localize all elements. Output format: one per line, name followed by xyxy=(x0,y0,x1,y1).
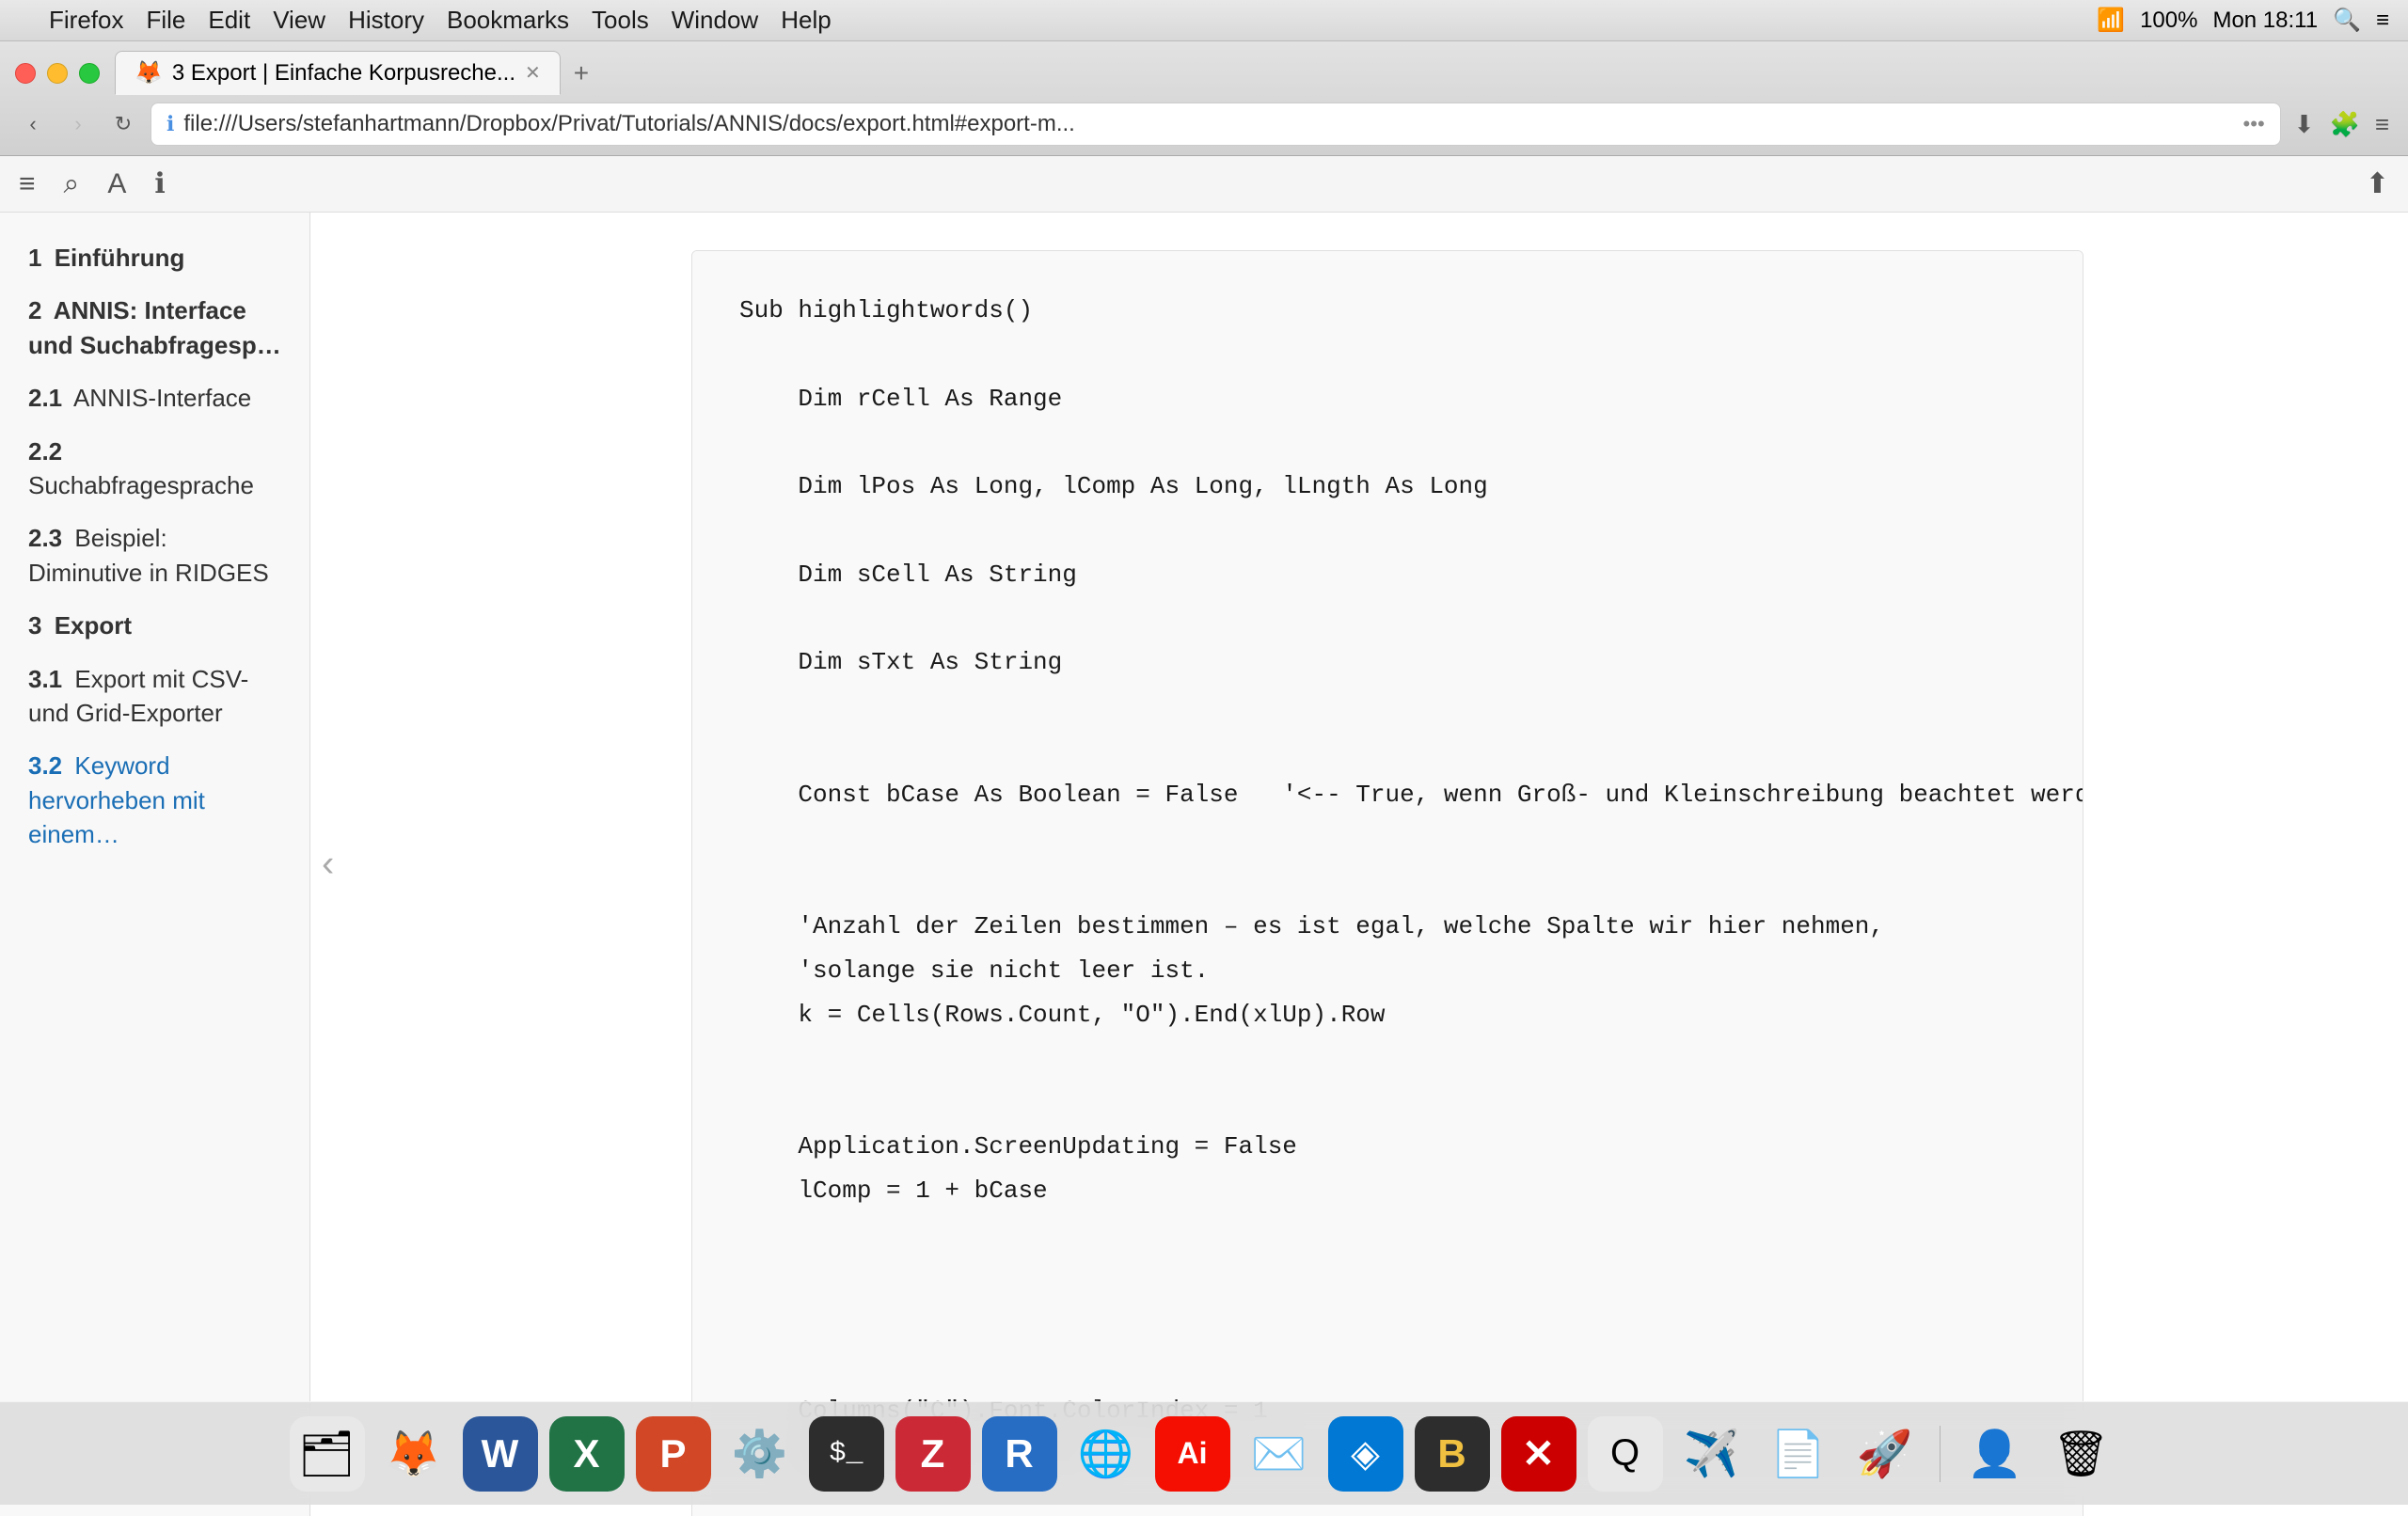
menubar-view[interactable]: View xyxy=(273,6,325,35)
sidebar-num-2-3: 2.3 xyxy=(28,524,62,552)
browser-actions: ⬇ 🧩 ≡ xyxy=(2290,106,2393,143)
sidebar-item-2[interactable]: 2 ANNIS: Interface und Suchabfragesp… xyxy=(0,284,309,371)
sidebar-num-3-1: 3.1 xyxy=(28,665,62,693)
extensions-button[interactable]: 🧩 xyxy=(2325,106,2363,143)
menubar-controls-icon[interactable]: ≡ xyxy=(2376,8,2389,34)
sidebar-num-3: 3 xyxy=(28,611,41,640)
dock-vscode[interactable]: ◈ xyxy=(1328,1416,1403,1492)
menubar: Firefox File Edit View History Bookmarks… xyxy=(0,0,2408,41)
sidebar-label-2-1: ANNIS-Interface xyxy=(73,384,251,412)
tab-close-button[interactable]: ✕ xyxy=(525,61,541,85)
sidebar-num-2-2: 2.2 xyxy=(28,437,62,466)
tab-favicon: 🦊 xyxy=(135,59,163,87)
tab-title: 3 Export | Einfache Korpusreche... xyxy=(172,60,515,87)
menubar-help[interactable]: Help xyxy=(781,6,831,35)
sidebar-label-1: Einführung xyxy=(55,244,185,272)
dock-files[interactable]: 📄 xyxy=(1761,1416,1836,1492)
dock-chrome[interactable]: 🌐 xyxy=(1069,1416,1144,1492)
menubar-file[interactable]: File xyxy=(146,6,185,35)
dock: 🗂 🦊 W X P ⚙️ $_ Z R 🌐 Ai ✉️ ◈ B ✕ Q ✈️ 📄… xyxy=(0,1401,2408,1505)
menubar-search-icon[interactable]: 🔍 xyxy=(2333,7,2361,34)
toc-button[interactable]: ≡ xyxy=(19,168,36,200)
sidebar-item-2-2[interactable]: 2.2 Suchabfragesprache xyxy=(0,425,309,513)
reader-toolbar: ≡ ⌕ A ℹ ⬆ xyxy=(0,156,2408,213)
navigation-bar: ‹ › ↻ ℹ file:///Users/stefanhartmann/Dro… xyxy=(15,103,2393,146)
secure-icon: ℹ xyxy=(166,112,174,136)
sidebar-label-2-2: Suchabfragesprache xyxy=(28,471,254,499)
dock-finder[interactable]: 🗂 xyxy=(290,1416,365,1492)
share-button[interactable]: ⬆ xyxy=(2366,167,2389,200)
menubar-history[interactable]: History xyxy=(348,6,424,35)
close-button[interactable] xyxy=(15,63,36,84)
tab-bar: 🦊 3 Export | Einfache Korpusreche... ✕ + xyxy=(15,51,2393,95)
dock-app16[interactable]: Q xyxy=(1588,1416,1663,1492)
dock-system-prefs[interactable]: ⚙️ xyxy=(722,1416,798,1492)
sidebar-item-3[interactable]: 3 Export xyxy=(0,599,309,652)
back-button[interactable]: ‹ xyxy=(15,106,51,142)
address-bar[interactable]: ℹ file:///Users/stefanhartmann/Dropbox/P… xyxy=(150,103,2281,146)
reload-button[interactable]: ↻ xyxy=(105,106,141,142)
menubar-edit[interactable]: Edit xyxy=(208,6,250,35)
menubar-window[interactable]: Window xyxy=(672,6,758,35)
forward-button[interactable]: › xyxy=(60,106,96,142)
address-more-button[interactable]: ••• xyxy=(2243,112,2265,136)
info-button[interactable]: ℹ xyxy=(154,167,165,200)
sidebar-item-3-1[interactable]: 3.1 Export mit CSV- und Grid-Exporter xyxy=(0,653,309,740)
minimize-button[interactable] xyxy=(47,63,68,84)
sidebar-num-3-2: 3.2 xyxy=(28,751,62,780)
sidebar-item-2-3[interactable]: 2.3 Beispiel: Diminutive in RIDGES xyxy=(0,512,309,599)
dock-terminal[interactable]: $_ xyxy=(809,1416,884,1492)
menubar-clock: Mon 18:11 xyxy=(2212,8,2318,34)
search-button[interactable]: ⌕ xyxy=(64,168,80,200)
new-tab-button[interactable]: + xyxy=(564,55,598,92)
dock-airdrop[interactable]: 👤 xyxy=(1957,1416,2033,1492)
content-wrapper: Sub highlightwords() Dim rCell As Range … xyxy=(635,213,2140,1516)
main-area: 1 Einführung 2 ANNIS: Interface und Such… xyxy=(0,213,2408,1516)
dock-telegram[interactable]: ✈️ xyxy=(1674,1416,1750,1492)
sidebar-item-1[interactable]: 1 Einführung xyxy=(0,231,309,284)
menubar-firefox[interactable]: Firefox xyxy=(49,6,123,35)
dock-trash[interactable]: 🗑 xyxy=(2044,1416,2119,1492)
sidebar-num-2: 2 xyxy=(28,296,41,324)
dock-separator xyxy=(1940,1426,1941,1482)
window-controls xyxy=(15,63,100,84)
dock-excel[interactable]: X xyxy=(549,1416,625,1492)
content-area[interactable]: Sub highlightwords() Dim rCell As Range … xyxy=(310,213,2408,1516)
sidebar: 1 Einführung 2 ANNIS: Interface und Such… xyxy=(0,213,310,1516)
dock-acrobat[interactable]: Ai xyxy=(1155,1416,1230,1492)
dock-powerpoint[interactable]: P xyxy=(636,1416,711,1492)
sidebar-item-3-2[interactable]: 3.2 Keyword hervorheben mit einem… xyxy=(0,739,309,861)
sidebar-item-2-1[interactable]: 2.1 ANNIS-Interface xyxy=(0,371,309,424)
dock-mail[interactable]: ✉️ xyxy=(1242,1416,1317,1492)
dock-zotero[interactable]: Z xyxy=(895,1416,971,1492)
address-text: file:///Users/stefanhartmann/Dropbox/Pri… xyxy=(183,111,2233,137)
menubar-battery: 100% xyxy=(2140,8,2197,34)
dock-firefox[interactable]: 🦊 xyxy=(376,1416,452,1492)
menu-button[interactable]: ≡ xyxy=(2371,106,2393,143)
menubar-wifi-icon: 📶 xyxy=(2097,7,2125,34)
sidebar-num-2-1: 2.1 xyxy=(28,384,62,412)
browser-chrome: 🦊 3 Export | Einfache Korpusreche... ✕ +… xyxy=(0,41,2408,156)
sidebar-label-2: ANNIS: Interface und Suchabfragesp… xyxy=(28,296,281,358)
dock-app14[interactable]: B xyxy=(1415,1416,1490,1492)
dock-launchpad[interactable]: 🚀 xyxy=(1847,1416,1923,1492)
sidebar-label-2-3: Beispiel: Diminutive in RIDGES xyxy=(28,524,269,586)
download-button[interactable]: ⬇ xyxy=(2290,106,2319,143)
menubar-bookmarks[interactable]: Bookmarks xyxy=(447,6,569,35)
dock-word[interactable]: W xyxy=(463,1416,538,1492)
maximize-button[interactable] xyxy=(79,63,100,84)
sidebar-label-3: Export xyxy=(55,611,132,640)
dock-app15[interactable]: ✕ xyxy=(1501,1416,1576,1492)
dock-r[interactable]: R xyxy=(982,1416,1057,1492)
code-block: Sub highlightwords() Dim rCell As Range … xyxy=(691,250,2083,1516)
text-settings-button[interactable]: A xyxy=(107,168,126,200)
back-nav-button[interactable]: ‹ xyxy=(310,829,345,901)
sidebar-num-1: 1 xyxy=(28,244,41,272)
active-tab[interactable]: 🦊 3 Export | Einfache Korpusreche... ✕ xyxy=(115,51,561,95)
menubar-tools[interactable]: Tools xyxy=(592,6,649,35)
